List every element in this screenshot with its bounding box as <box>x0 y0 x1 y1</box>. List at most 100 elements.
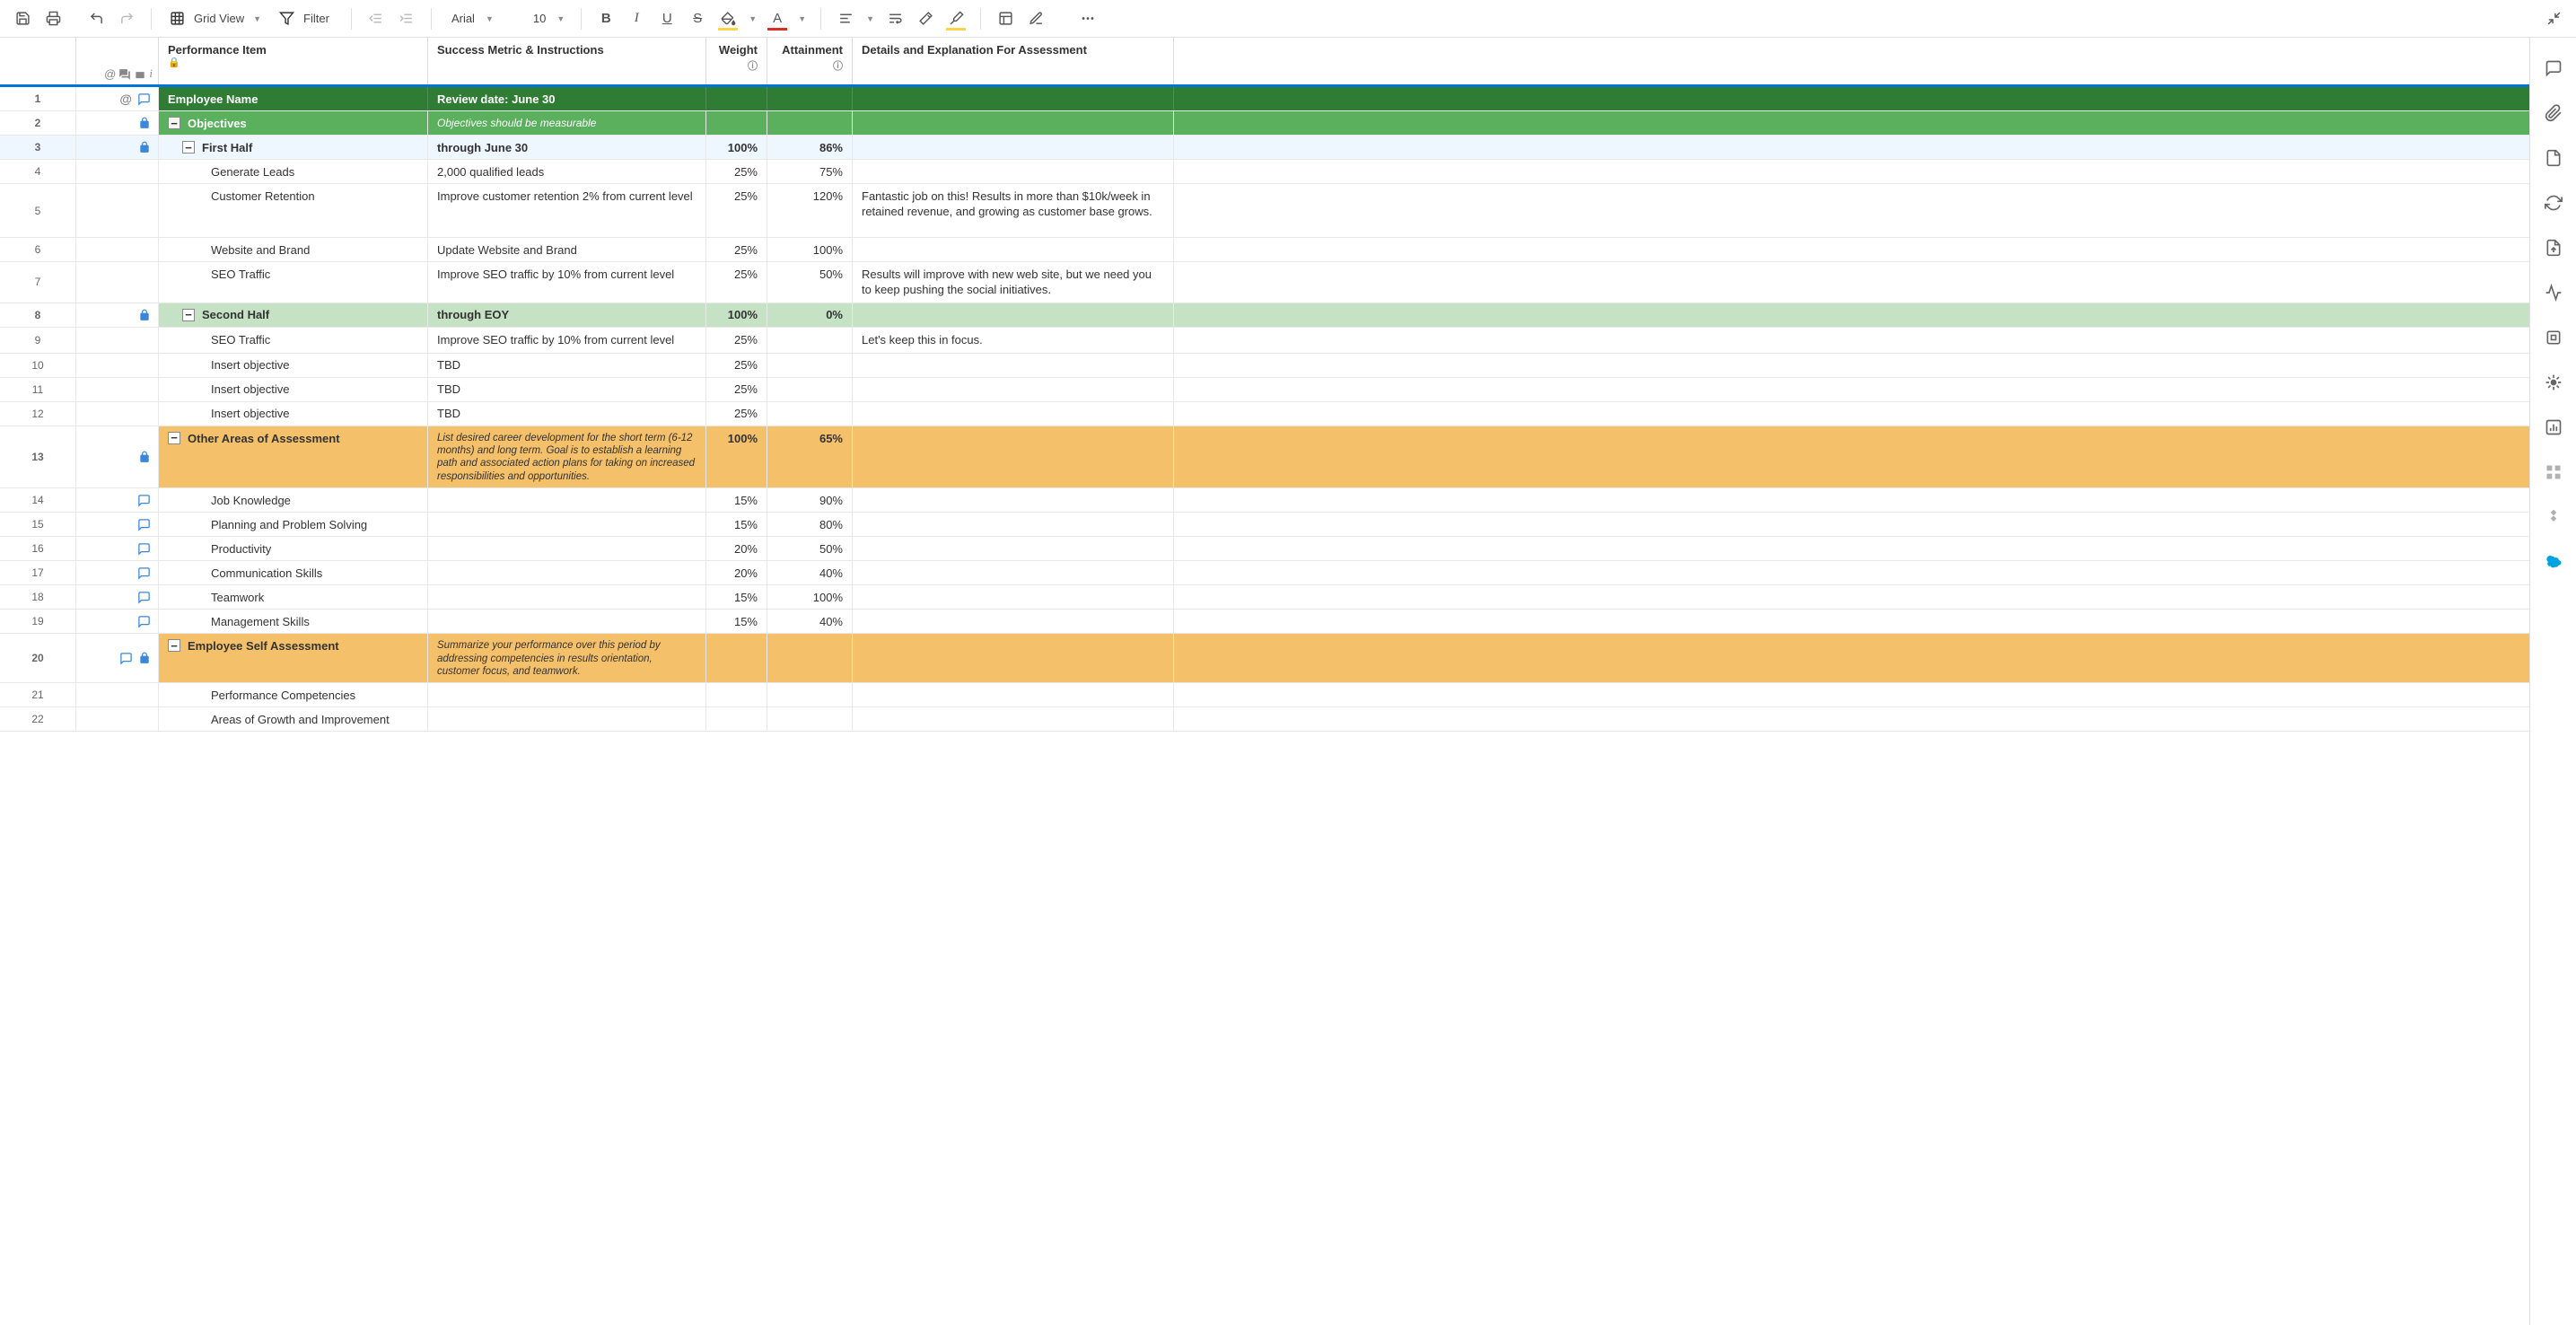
grid-view-dropdown[interactable]: Grid View ▼ <box>162 5 268 32</box>
font-dropdown[interactable]: Arial ▼ <box>442 12 499 25</box>
table-row[interactable]: 2−ObjectivesObjectives should be measura… <box>0 111 2529 136</box>
row-number[interactable]: 4 <box>0 160 76 183</box>
cell-success-metric[interactable] <box>428 561 706 584</box>
table-row[interactable]: 10Insert objectiveTBD25% <box>0 354 2529 378</box>
mention-icon[interactable]: @ <box>119 92 132 106</box>
cell-success-metric[interactable]: Improve SEO traffic by 10% from current … <box>428 262 706 303</box>
table-row[interactable]: 18Teamwork15%100% <box>0 585 2529 610</box>
cell-performance-item[interactable]: Generate Leads <box>159 160 428 183</box>
table-row[interactable]: 4Generate Leads2,000 qualified leads25%7… <box>0 160 2529 184</box>
table-row[interactable]: 12Insert objectiveTBD25% <box>0 402 2529 426</box>
row-number[interactable]: 17 <box>0 561 76 584</box>
comment-icon[interactable] <box>119 652 133 665</box>
cell-success-metric[interactable]: Improve SEO traffic by 10% from current … <box>428 328 706 353</box>
table-row[interactable]: 3−First Halfthrough June 30100%86% <box>0 136 2529 160</box>
cell-details[interactable] <box>853 707 1174 731</box>
print-button[interactable] <box>39 5 66 32</box>
conditional-format-button[interactable] <box>992 5 1019 32</box>
font-size-dropdown[interactable]: 10 ▼ <box>524 12 570 25</box>
cell-weight[interactable]: 15% <box>706 513 767 536</box>
cell-attainment[interactable] <box>767 378 853 401</box>
comment-icon[interactable] <box>137 92 151 106</box>
cell-weight[interactable]: 100% <box>706 303 767 327</box>
cell-attainment[interactable]: 40% <box>767 561 853 584</box>
cell-success-metric[interactable]: List desired career development for the … <box>428 426 706 488</box>
cell-details[interactable] <box>853 683 1174 706</box>
cell-attainment[interactable]: 0% <box>767 303 853 327</box>
undo-button[interactable] <box>83 5 110 32</box>
underline-button[interactable]: U <box>653 5 680 32</box>
cell-weight[interactable]: 20% <box>706 537 767 560</box>
cell-success-metric[interactable]: through June 30 <box>428 136 706 159</box>
cell-success-metric[interactable]: TBD <box>428 354 706 377</box>
row-number[interactable]: 8 <box>0 303 76 327</box>
collapse-toggle[interactable]: − <box>182 141 195 154</box>
row-number[interactable]: 22 <box>0 707 76 731</box>
cell-success-metric[interactable]: TBD <box>428 378 706 401</box>
cell-details[interactable] <box>853 402 1174 426</box>
cell-performance-item[interactable]: Planning and Problem Solving <box>159 513 428 536</box>
chevron-down-icon[interactable]: ▼ <box>863 14 878 23</box>
cell-attainment[interactable]: 86% <box>767 136 853 159</box>
cell-performance-item[interactable]: SEO Traffic <box>159 328 428 353</box>
table-row[interactable]: 6Website and BrandUpdate Website and Bra… <box>0 238 2529 262</box>
cell-attainment[interactable]: 40% <box>767 610 853 633</box>
cell-attainment[interactable] <box>767 683 853 706</box>
row-number[interactable]: 21 <box>0 683 76 706</box>
cell-weight[interactable]: 20% <box>706 561 767 584</box>
cell-performance-item[interactable]: −Objectives <box>159 111 428 135</box>
cell-details[interactable] <box>853 303 1174 327</box>
summary-button[interactable] <box>2541 325 2566 350</box>
cell-weight[interactable]: 15% <box>706 488 767 512</box>
cell-success-metric[interactable] <box>428 585 706 609</box>
cell-performance-item[interactable]: −First Half <box>159 136 428 159</box>
bold-button[interactable]: B <box>592 5 619 32</box>
cell-details[interactable] <box>853 111 1174 135</box>
cell-weight[interactable]: 25% <box>706 402 767 426</box>
update-requests-button[interactable] <box>2541 190 2566 215</box>
cell-performance-item[interactable]: Website and Brand <box>159 238 428 261</box>
cell-details[interactable] <box>853 378 1174 401</box>
salesforce-button[interactable] <box>2541 549 2566 575</box>
cell-attainment[interactable] <box>767 87 853 110</box>
cell-details[interactable] <box>853 160 1174 183</box>
collapse-toggle[interactable]: − <box>168 117 180 129</box>
indent-button[interactable] <box>393 5 420 32</box>
cell-attainment[interactable] <box>767 328 853 353</box>
apps-button[interactable] <box>2541 460 2566 485</box>
row-number[interactable]: 6 <box>0 238 76 261</box>
cell-success-metric[interactable] <box>428 610 706 633</box>
cell-details[interactable] <box>853 426 1174 488</box>
cell-details[interactable] <box>853 238 1174 261</box>
activity-log-button[interactable] <box>2541 280 2566 305</box>
cell-weight[interactable]: 25% <box>706 262 767 303</box>
row-number[interactable]: 13 <box>0 426 76 488</box>
attachments-button[interactable] <box>2541 101 2566 126</box>
table-row[interactable]: 11Insert objectiveTBD25% <box>0 378 2529 402</box>
comment-icon[interactable] <box>137 615 151 628</box>
col-performance-item[interactable]: Performance Item 🔒 <box>159 38 428 84</box>
table-row[interactable]: 19Management Skills15%40% <box>0 610 2529 634</box>
format-painter-button[interactable] <box>942 5 969 32</box>
row-number[interactable]: 1 <box>0 87 76 110</box>
table-row[interactable]: 20−Employee Self AssessmentSummarize you… <box>0 634 2529 683</box>
cell-weight[interactable]: 25% <box>706 378 767 401</box>
cell-details[interactable] <box>853 87 1174 110</box>
row-number[interactable]: 2 <box>0 111 76 135</box>
cell-performance-item[interactable]: Employee Name <box>159 87 428 110</box>
cell-details[interactable] <box>853 488 1174 512</box>
cell-success-metric[interactable] <box>428 513 706 536</box>
cell-performance-item[interactable]: Insert objective <box>159 354 428 377</box>
cell-performance-item[interactable]: Job Knowledge <box>159 488 428 512</box>
cell-performance-item[interactable]: Areas of Growth and Improvement <box>159 707 428 731</box>
table-row[interactable]: 14Job Knowledge15%90% <box>0 488 2529 513</box>
cell-details[interactable] <box>853 610 1174 633</box>
chevron-down-icon[interactable]: ▼ <box>745 14 760 23</box>
cell-performance-item[interactable]: Teamwork <box>159 585 428 609</box>
collapse-toggle[interactable]: − <box>168 639 180 652</box>
cell-details[interactable] <box>853 136 1174 159</box>
cell-success-metric[interactable]: TBD <box>428 402 706 426</box>
cell-attainment[interactable]: 50% <box>767 262 853 303</box>
cell-weight[interactable]: 25% <box>706 328 767 353</box>
comment-icon[interactable] <box>137 542 151 556</box>
